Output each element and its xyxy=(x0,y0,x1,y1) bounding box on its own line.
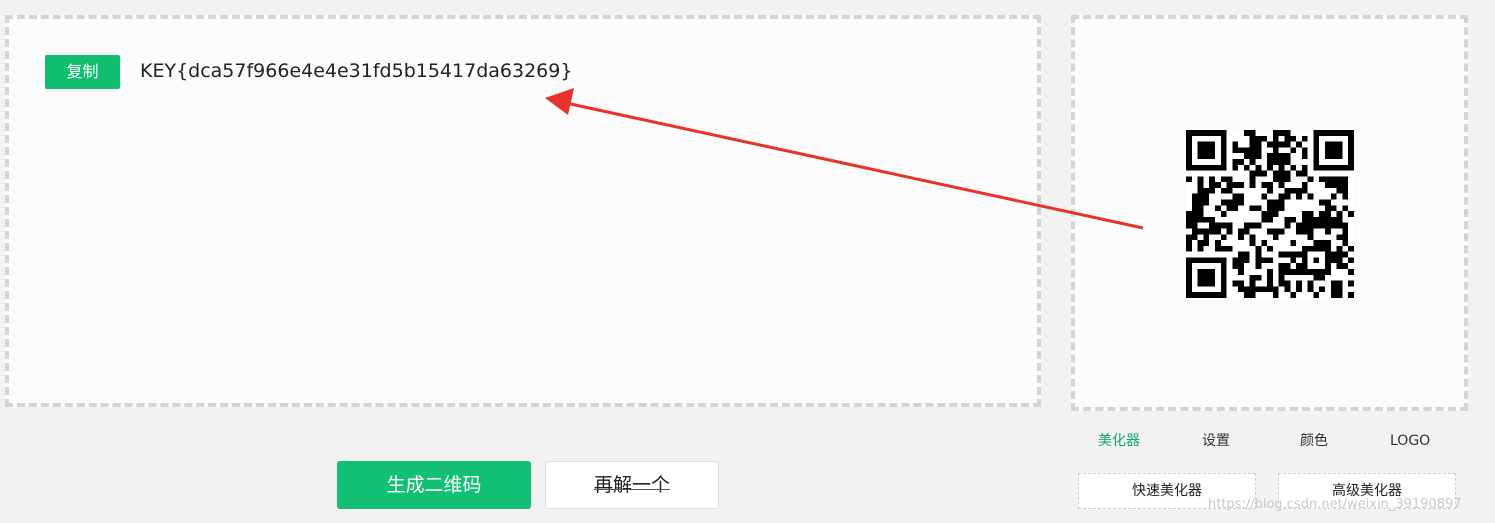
decoded-result-text: KEY{dca57f966e4e4e31fd5b15417da63269} xyxy=(140,60,573,82)
qr-decode-page: 复制 KEY{dca57f966e4e4e31fd5b15417da63269}… xyxy=(0,0,1495,523)
beautify-tabs: 美化器 设置 颜色 LOGO xyxy=(1071,428,1468,454)
tab-logo[interactable]: LOGO xyxy=(1390,428,1430,454)
decode-result-panel: 复制 KEY{dca57f966e4e4e31fd5b15417da63269} xyxy=(5,15,1041,407)
tab-settings[interactable]: 设置 xyxy=(1202,428,1230,454)
copy-button[interactable]: 复制 xyxy=(45,55,120,89)
cursor-strike xyxy=(594,489,670,490)
qr-code-panel xyxy=(1071,15,1468,411)
tab-colors[interactable]: 颜色 xyxy=(1300,428,1328,454)
decode-again-label: 再解一个 xyxy=(593,474,670,496)
decode-again-button[interactable]: 再解一个 xyxy=(545,461,719,509)
quick-beautify-button[interactable]: 快速美化器 xyxy=(1078,473,1256,509)
qr-code-icon xyxy=(1186,130,1354,298)
generate-qr-button[interactable]: 生成二维码 xyxy=(337,461,531,509)
advanced-beautify-button[interactable]: 高级美化器 xyxy=(1278,473,1456,509)
tab-beautifier[interactable]: 美化器 xyxy=(1098,428,1140,454)
